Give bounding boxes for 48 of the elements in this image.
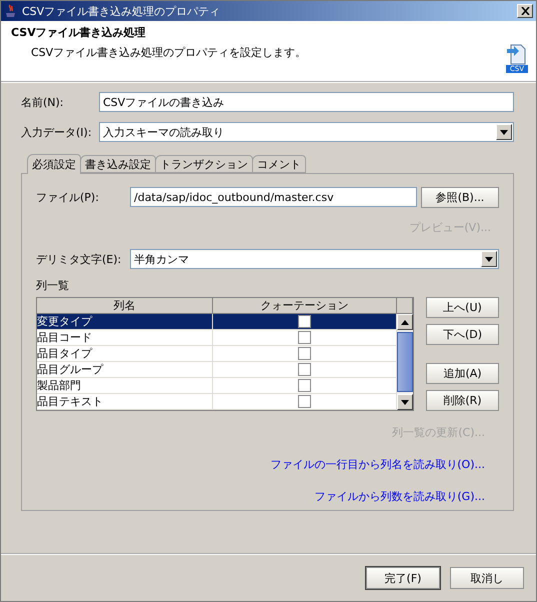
tab[interactable]: コメント — [252, 155, 306, 173]
close-button[interactable] — [517, 4, 533, 18]
link[interactable]: ファイルの一行目から列名を読み取り(O)... — [270, 457, 485, 472]
input-data-label: 入力データ(I): — [21, 124, 93, 140]
document-icon — [506, 43, 528, 65]
dialog-button[interactable]: 取消し — [450, 567, 524, 589]
file-path-field[interactable]: /data/sap/idoc_outbound/master.csv — [130, 187, 417, 207]
dialog-button[interactable]: 完了(F) — [366, 567, 440, 589]
scrollbar[interactable] — [397, 314, 413, 410]
checkbox[interactable] — [298, 395, 311, 408]
list-button[interactable]: 下へ(D) — [426, 324, 499, 345]
window-title: CSVファイル書き込み処理のプロパティ — [22, 4, 222, 18]
list-button[interactable]: 上へ(U) — [426, 297, 499, 318]
delimiter-dropdown[interactable]: 半角カンマ — [130, 249, 499, 269]
browse-button[interactable]: 参照(B)... — [421, 186, 499, 208]
table-cell[interactable]: 品目グループ — [37, 362, 213, 378]
caret-down-icon — [485, 256, 493, 262]
name-label: 名前(N): — [21, 94, 65, 110]
header-description: CSVファイル書き込み処理のプロパティを設定します。 — [30, 45, 308, 60]
checkbox[interactable] — [298, 315, 311, 328]
file-label: ファイル(P): — [36, 190, 100, 204]
table-cell[interactable]: 製品部門 — [37, 378, 213, 394]
checkbox[interactable] — [298, 363, 311, 376]
table-cell[interactable]: 変更タイプ — [37, 314, 213, 330]
table-cell[interactable]: 品目タイプ — [37, 346, 213, 362]
cup-icon — [4, 4, 18, 18]
column-list-title: 列一覧 — [36, 278, 70, 293]
input-data-dropdown[interactable]: 入力スキーマの読み取り — [99, 122, 514, 142]
caret-down-icon — [401, 400, 409, 404]
caret-down-icon — [500, 130, 508, 134]
tab[interactable]: 必須設定 — [27, 154, 81, 174]
header-title: CSVファイル書き込み処理 — [11, 25, 147, 40]
checkbox[interactable] — [298, 331, 311, 344]
checkbox[interactable] — [298, 379, 311, 392]
table-cell[interactable]: 品目テキスト — [37, 394, 213, 410]
caret-up-icon — [401, 320, 409, 324]
column-header[interactable]: 列名 — [37, 298, 213, 314]
name-field[interactable]: CSVファイルの書き込み — [99, 92, 514, 112]
list-button[interactable]: 追加(A) — [426, 363, 499, 384]
tab[interactable]: トランザクション — [155, 155, 253, 173]
list-button[interactable]: 削除(R) — [426, 390, 499, 411]
tab[interactable]: 書き込み設定 — [80, 155, 156, 173]
column-header[interactable]: クォーテーション — [213, 298, 397, 314]
checkbox[interactable] — [298, 347, 311, 360]
link[interactable]: ファイルから列数を読み取り(G)... — [314, 489, 485, 504]
delimiter-label: デリミタ文字(E): — [36, 252, 122, 266]
table-cell[interactable]: 品目コード — [37, 330, 213, 346]
close-icon — [520, 7, 530, 15]
